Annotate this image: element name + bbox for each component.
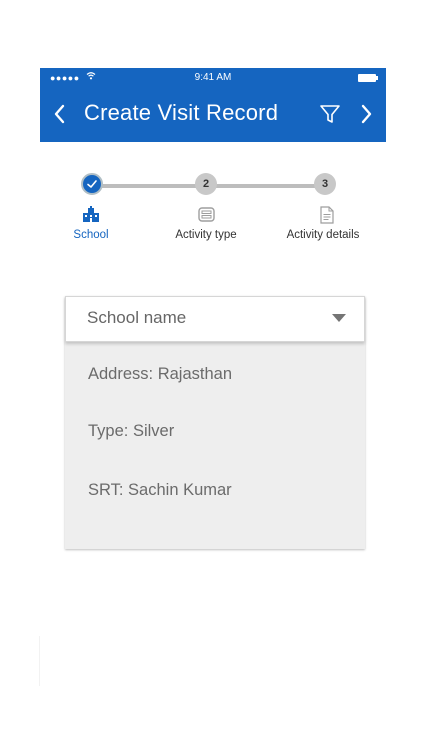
school-srt: SRT: Sachin Kumar <box>88 481 232 499</box>
filter-icon <box>320 105 340 123</box>
checkmark-icon <box>87 180 97 188</box>
status-bar: ●●●●● 9:41 AM <box>40 68 386 88</box>
step-2-label: Activity type <box>175 229 237 241</box>
page-title: Create Visit Record <box>84 100 279 125</box>
school-name-select[interactable]: School name <box>65 296 365 342</box>
school-name-placeholder: School name <box>87 308 187 327</box>
step-3-indicator[interactable]: 3 <box>314 173 336 195</box>
divider <box>39 636 40 686</box>
step-1-label: School <box>73 229 109 241</box>
progress-stepper: School 2 Activity type 3 Activity detail… <box>0 170 422 250</box>
step-3-label: Activity details <box>286 229 360 241</box>
document-icon <box>317 206 337 224</box>
dropdown-arrow-icon <box>332 314 346 322</box>
step-1-indicator[interactable] <box>81 173 103 195</box>
app-header: ●●●●● 9:41 AM Create Visit Record <box>40 68 386 142</box>
school-type: Type: Silver <box>88 422 175 440</box>
step-connector <box>100 184 200 188</box>
forward-button[interactable] <box>354 98 378 130</box>
school-info-card: School name Address: Rajasthan Type: Sil… <box>65 296 365 549</box>
school-building-icon <box>81 206 101 224</box>
chevron-left-icon <box>54 104 65 124</box>
school-address: Address: Rajasthan <box>88 365 232 383</box>
step-connector <box>214 184 316 188</box>
battery-icon <box>358 74 378 82</box>
step-2-indicator[interactable]: 2 <box>195 173 217 195</box>
filter-button[interactable] <box>318 101 342 127</box>
nav-bar: Create Visit Record <box>40 90 386 138</box>
status-time: 9:41 AM <box>194 72 232 83</box>
back-button[interactable] <box>48 98 72 130</box>
chevron-right-icon <box>361 104 372 124</box>
activity-list-icon <box>197 206 217 224</box>
